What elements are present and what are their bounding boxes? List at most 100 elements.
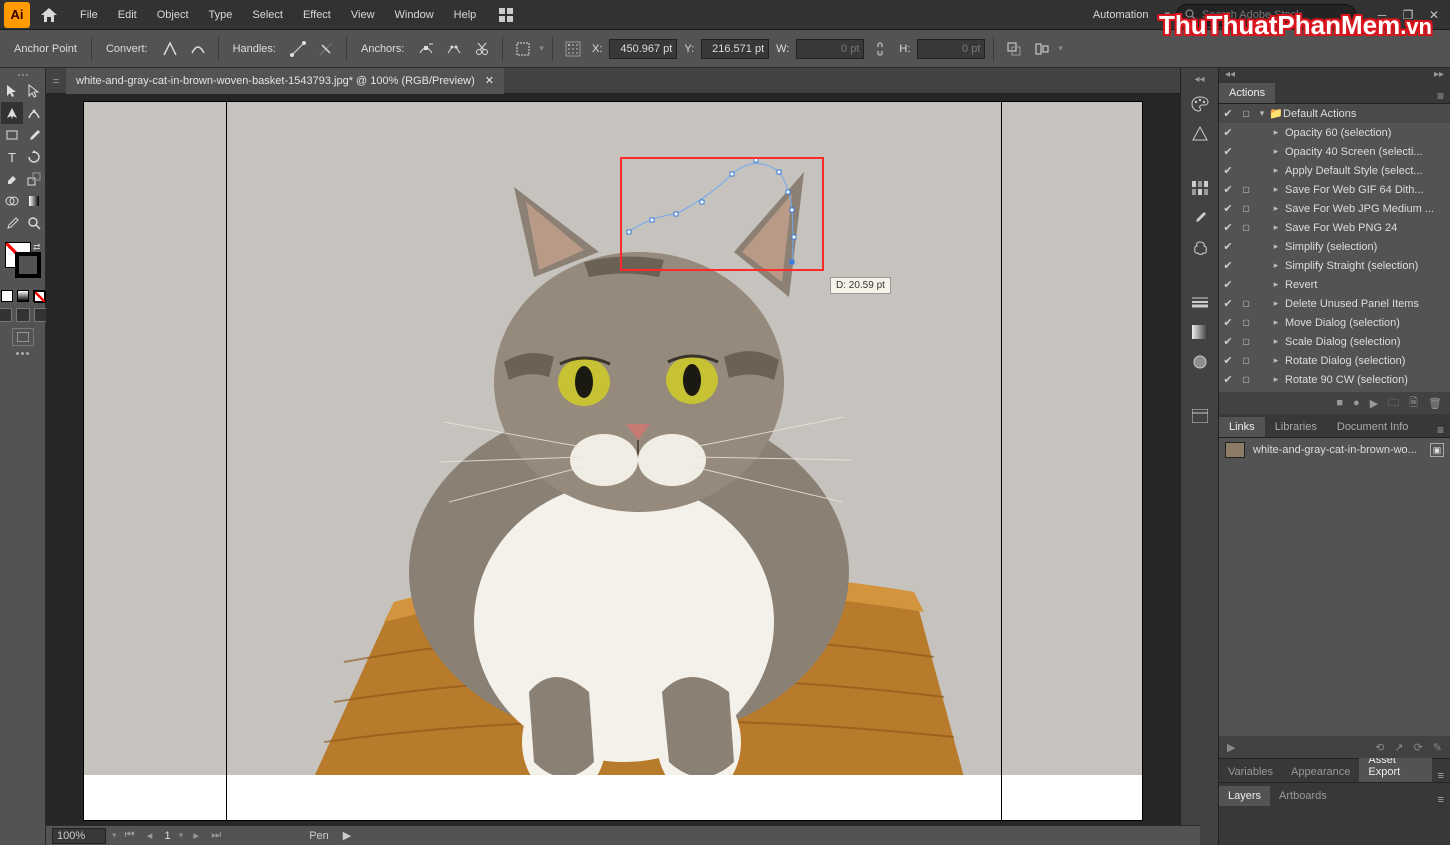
transparency-panel-icon[interactable] — [1186, 350, 1214, 374]
panel-collapse-right-icon[interactable]: ▸▸ — [1434, 69, 1444, 80]
action-dialog-icon[interactable]: ▢ — [1237, 318, 1255, 327]
action-expand-icon[interactable]: ▸ — [1269, 336, 1283, 347]
action-expand-icon[interactable]: ▸ — [1269, 146, 1283, 157]
symbols-panel-icon[interactable] — [1186, 236, 1214, 260]
action-check-icon[interactable]: ✔ — [1219, 107, 1237, 120]
swatches-panel-icon[interactable] — [1186, 176, 1214, 200]
canvas-viewport[interactable]: D: 20.59 pt — [46, 94, 1180, 845]
h-input[interactable]: 0 pt — [917, 39, 985, 59]
action-expand-icon[interactable]: ▸ — [1269, 260, 1283, 271]
action-expand-icon[interactable]: ▸ — [1269, 203, 1283, 214]
actions-play-icon[interactable]: ▶ — [1370, 397, 1378, 410]
tab-layers[interactable]: Layers — [1219, 786, 1270, 806]
actions-panel-menu-icon[interactable]: ≡ — [1431, 89, 1450, 103]
menu-type[interactable]: Type — [199, 0, 243, 30]
convert-corner-icon[interactable] — [158, 37, 182, 61]
actions-newset-icon[interactable]: 🗀 — [1388, 394, 1399, 413]
action-dialog-icon[interactable]: ▢ — [1237, 337, 1255, 346]
x-input[interactable]: 450.967 pt — [609, 39, 677, 59]
action-check-icon[interactable]: ✔ — [1219, 278, 1237, 291]
convert-smooth-icon[interactable] — [186, 37, 210, 61]
direct-selection-tool[interactable] — [23, 80, 45, 102]
action-check-icon[interactable]: ✔ — [1219, 335, 1237, 348]
tab-appearance[interactable]: Appearance — [1282, 762, 1359, 782]
menu-automation[interactable]: Automation — [1083, 0, 1159, 30]
actions-stop-icon[interactable]: ■ — [1336, 397, 1343, 409]
tab-document-info[interactable]: Document Info — [1327, 417, 1419, 437]
eyedropper-tool[interactable] — [1, 212, 23, 234]
action-row[interactable]: ✔▸Revert — [1219, 275, 1450, 294]
artboard-number[interactable]: 1 — [163, 830, 173, 842]
links-panel-menu-icon[interactable]: ≡ — [1431, 423, 1450, 437]
fill-stroke-control[interactable]: ⇄ — [5, 242, 41, 278]
action-expand-icon[interactable]: ▸ — [1269, 279, 1283, 290]
curvature-tool[interactable] — [23, 102, 45, 124]
links-showinfo-icon[interactable]: ▶ — [1227, 741, 1235, 754]
type-tool[interactable]: T — [1, 146, 23, 168]
remove-anchor-icon[interactable] — [414, 37, 438, 61]
connect-endpoints-icon[interactable] — [442, 37, 466, 61]
action-check-icon[interactable]: ✔ — [1219, 259, 1237, 272]
handles-show-icon[interactable] — [286, 37, 310, 61]
action-expand-icon[interactable]: ▸ — [1269, 222, 1283, 233]
action-row[interactable]: ✔▸Apply Default Style (select... — [1219, 161, 1450, 180]
menu-file[interactable]: File — [70, 0, 108, 30]
draw-behind-icon[interactable] — [16, 308, 30, 322]
action-row[interactable]: ✔▢▸Scale Dialog (selection) — [1219, 332, 1450, 351]
action-expand-icon[interactable]: ▸ — [1269, 298, 1283, 309]
action-row[interactable]: ✔▸Simplify Straight (selection) — [1219, 256, 1450, 275]
color-panel-icon[interactable] — [1186, 92, 1214, 116]
color-mode-gradient[interactable] — [17, 290, 29, 302]
action-dialog-icon[interactable]: ▢ — [1237, 356, 1255, 365]
link-wh-icon[interactable] — [868, 37, 892, 61]
action-row[interactable]: ✔▢▸Save For Web PNG 24 — [1219, 218, 1450, 237]
rotate-tool[interactable] — [23, 146, 45, 168]
action-check-icon[interactable]: ✔ — [1219, 145, 1237, 158]
dock-collapse-icon[interactable]: ◂◂ — [1194, 74, 1204, 86]
canvas[interactable]: D: 20.59 pt — [84, 102, 1142, 820]
action-expand-icon[interactable]: ▸ — [1269, 127, 1283, 138]
action-check-icon[interactable]: ✔ — [1219, 183, 1237, 196]
status-menu-icon[interactable]: ▶ — [343, 829, 351, 842]
action-row[interactable]: ✔▸Simplify (selection) — [1219, 237, 1450, 256]
color-mode-solid[interactable] — [1, 290, 13, 302]
selection-tool[interactable] — [1, 80, 23, 102]
stroke-swatch[interactable] — [15, 252, 41, 278]
align-to-pixel-icon[interactable] — [511, 37, 535, 61]
artboard-prev-icon[interactable]: ◂ — [143, 829, 157, 843]
pen-tool[interactable] — [1, 102, 23, 124]
gradient-panel-icon[interactable] — [1186, 320, 1214, 344]
scale-tool[interactable] — [23, 168, 45, 190]
action-dialog-icon[interactable]: ▢ — [1237, 223, 1255, 232]
action-expand-icon[interactable]: ▸ — [1269, 355, 1283, 366]
home-icon[interactable] — [38, 4, 60, 26]
menu-select[interactable]: Select — [242, 0, 293, 30]
action-check-icon[interactable]: ✔ — [1219, 316, 1237, 329]
rectangle-tool[interactable] — [1, 124, 23, 146]
action-check-icon[interactable]: ✔ — [1219, 297, 1237, 310]
action-row[interactable]: ✔▢▸Delete Unused Panel Items — [1219, 294, 1450, 313]
action-dialog-icon[interactable]: ▢ — [1237, 185, 1255, 194]
menu-view[interactable]: View — [341, 0, 385, 30]
actions-record-icon[interactable]: ● — [1353, 397, 1360, 409]
color-guide-panel-icon[interactable] — [1186, 122, 1214, 146]
link-item-row[interactable]: white-and-gray-cat-in-brown-wo... ▣ — [1219, 438, 1450, 462]
y-input[interactable]: 216.571 pt — [701, 39, 769, 59]
shape-builder-tool[interactable] — [1, 190, 23, 212]
action-check-icon[interactable]: ✔ — [1219, 126, 1237, 139]
menu-edit[interactable]: Edit — [108, 0, 147, 30]
action-expand-icon[interactable]: ▸ — [1269, 241, 1283, 252]
layers-menu-icon[interactable]: ≡ — [1432, 794, 1450, 806]
action-check-icon[interactable]: ✔ — [1219, 164, 1237, 177]
tab-close-icon[interactable]: ✕ — [485, 74, 494, 87]
links-relink-icon[interactable]: ⟲ — [1375, 741, 1384, 754]
stroke-panel-icon[interactable] — [1186, 290, 1214, 314]
document-tab[interactable]: white-and-gray-cat-in-brown-woven-basket… — [66, 68, 504, 94]
asset-export-menu-icon[interactable]: ≡ — [1432, 770, 1450, 782]
brushes-panel-icon[interactable] — [1186, 206, 1214, 230]
draw-normal-icon[interactable] — [0, 308, 12, 322]
artboard-last-icon[interactable]: ⏭ — [209, 829, 223, 843]
actions-set-expand-icon[interactable]: ▾ — [1255, 108, 1269, 119]
action-expand-icon[interactable]: ▸ — [1269, 184, 1283, 195]
paintbrush-tool[interactable] — [23, 124, 45, 146]
